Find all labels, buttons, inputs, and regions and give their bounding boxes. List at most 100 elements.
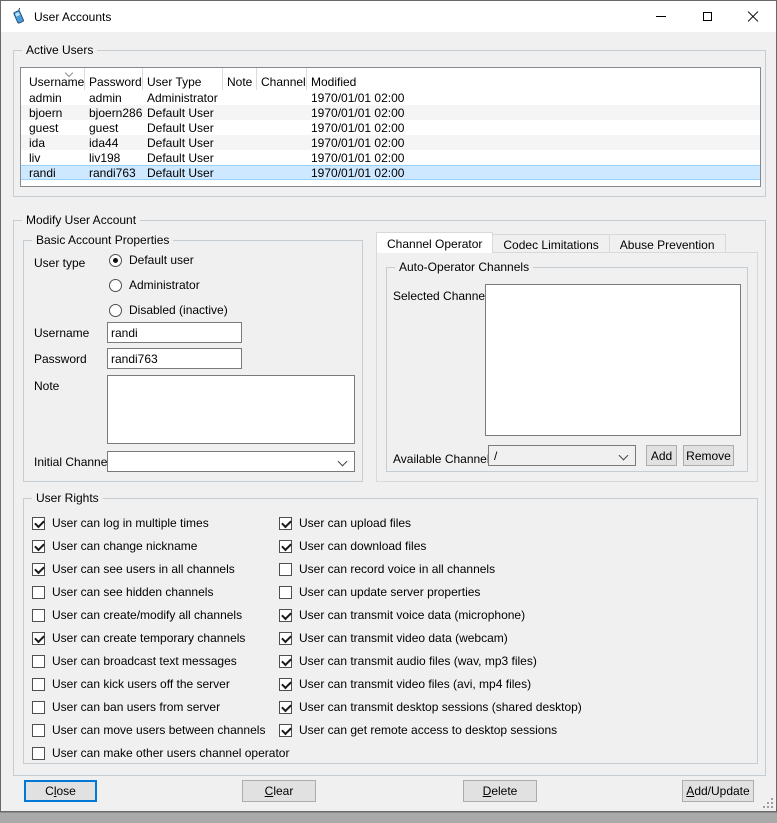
checkbox-icon	[32, 724, 45, 737]
button-mnemonic: A	[686, 784, 694, 798]
checkbox-download-files[interactable]: User can download files	[279, 539, 426, 553]
add-update-button[interactable]: Add/Update	[682, 780, 754, 802]
checkbox-icon	[279, 609, 292, 622]
add-button[interactable]: Add	[646, 445, 677, 466]
close-icon	[747, 11, 759, 23]
radio-icon	[109, 254, 122, 267]
checkbox-see-hidden-channels[interactable]: User can see hidden channels	[32, 585, 213, 599]
delete-button[interactable]: Delete	[463, 780, 537, 802]
tab-channel-operator[interactable]: Channel Operator	[376, 232, 493, 253]
user-rights-group: User Rights User can log in multiple tim…	[23, 498, 758, 764]
minimize-button[interactable]	[638, 1, 684, 32]
checkbox-record-voice[interactable]: User can record voice in all channels	[279, 562, 495, 576]
sort-indicator-icon	[65, 70, 73, 76]
table-row[interactable]: liv liv198 Default User 1970/01/01 02:00	[21, 150, 760, 165]
checkbox-transmit-voice[interactable]: User can transmit voice data (microphone…	[279, 608, 525, 622]
cell-username: guest	[21, 121, 85, 135]
table-row[interactable]: ida ida44 Default User 1970/01/01 02:00	[21, 135, 760, 150]
checkbox-make-channel-operator[interactable]: User can make other users channel operat…	[32, 746, 289, 760]
button-label-part: dd/Update	[694, 784, 749, 798]
checkbox-label: User can broadcast text messages	[52, 654, 237, 668]
checkbox-icon	[32, 586, 45, 599]
tab-abuse-prevention[interactable]: Abuse Prevention	[609, 234, 726, 253]
table-row[interactable]: admin admin Administrator 1970/01/01 02:…	[21, 90, 760, 105]
cell-password: ida44	[85, 136, 143, 150]
user-rights-group-label: User Rights	[32, 491, 103, 505]
checkbox-icon	[279, 701, 292, 714]
clear-button[interactable]: Clear	[242, 780, 316, 802]
note-input[interactable]	[107, 375, 355, 444]
checkbox-create-modify-all-channels[interactable]: User can create/modify all channels	[32, 608, 242, 622]
checkbox-transmit-audio-files[interactable]: User can transmit audio files (wav, mp3 …	[279, 654, 537, 668]
checkbox-icon	[279, 563, 292, 576]
checkbox-remote-access-desktop[interactable]: User can get remote access to desktop se…	[279, 723, 557, 737]
resize-grip[interactable]	[760, 795, 773, 808]
tab-label: Codec Limitations	[503, 238, 598, 252]
button-mnemonic: D	[483, 784, 492, 798]
checkbox-transmit-desktop-sessions[interactable]: User can transmit desktop sessions (shar…	[279, 700, 582, 714]
cell-user-type: Default User	[143, 106, 223, 120]
table-row[interactable]: bjoern bjoern286 Default User 1970/01/01…	[21, 105, 760, 120]
checkbox-see-users-all-channels[interactable]: User can see users in all channels	[32, 562, 235, 576]
checkbox-log-in-multiple-times[interactable]: User can log in multiple times	[32, 516, 209, 530]
checkbox-icon	[279, 678, 292, 691]
checkbox-broadcast-text-messages[interactable]: User can broadcast text messages	[32, 654, 237, 668]
column-header-user-type[interactable]: User Type	[143, 68, 223, 90]
checkbox-move-users[interactable]: User can move users between channels	[32, 723, 265, 737]
checkbox-create-temporary-channels[interactable]: User can create temporary channels	[32, 631, 245, 645]
checkbox-label: User can log in multiple times	[52, 516, 209, 530]
basic-account-properties-group: Basic Account Properties User type Defau…	[23, 240, 363, 482]
column-header-username[interactable]: Username	[21, 68, 85, 90]
maximize-button[interactable]	[684, 1, 730, 32]
username-input[interactable]	[107, 322, 242, 343]
titlebar[interactable]: User Accounts	[1, 1, 776, 32]
chevron-down-icon	[339, 458, 346, 465]
checkbox-kick-users[interactable]: User can kick users off the server	[32, 677, 230, 691]
cell-user-type: Default User	[143, 136, 223, 150]
close-dialog-button[interactable]: Close	[24, 780, 97, 802]
user-accounts-window: User Accounts Active Users Username Pass…	[0, 0, 777, 812]
close-window-button[interactable]	[730, 1, 776, 32]
radio-icon	[109, 304, 122, 317]
radio-default-user[interactable]: Default user	[109, 253, 194, 267]
table-row-selected[interactable]: randi randi763 Default User 1970/01/01 0…	[21, 165, 760, 180]
active-users-group: Active Users Username Password User Type…	[13, 50, 766, 197]
column-header-note[interactable]: Note	[223, 68, 257, 90]
cell-user-type: Default User	[143, 121, 223, 135]
available-channels-combobox[interactable]: /	[488, 445, 636, 466]
column-header-password[interactable]: Password	[85, 68, 143, 90]
password-input[interactable]	[107, 348, 242, 369]
checkbox-label: User can see hidden channels	[52, 585, 213, 599]
checkbox-label: User can make other users channel operat…	[52, 746, 289, 760]
checkbox-transmit-video[interactable]: User can transmit video data (webcam)	[279, 631, 508, 645]
initial-channel-combobox[interactable]	[107, 451, 355, 472]
checkbox-icon	[32, 701, 45, 714]
checkbox-change-nickname[interactable]: User can change nickname	[32, 539, 197, 553]
active-users-table[interactable]: Username Password User Type Note Channel…	[20, 67, 761, 187]
checkbox-icon	[32, 517, 45, 530]
tab-codec-limitations[interactable]: Codec Limitations	[492, 234, 609, 253]
cell-modified: 1970/01/01 02:00	[307, 121, 760, 135]
checkbox-ban-users[interactable]: User can ban users from server	[32, 700, 220, 714]
table-row[interactable]: guest guest Default User 1970/01/01 02:0…	[21, 120, 760, 135]
radio-icon	[109, 279, 122, 292]
checkbox-transmit-video-files[interactable]: User can transmit video files (avi, mp4 …	[279, 677, 531, 691]
column-header-modified[interactable]: Modified	[307, 68, 760, 90]
checkbox-label: User can transmit desktop sessions (shar…	[299, 700, 582, 714]
remove-button[interactable]: Remove	[683, 445, 734, 466]
radio-disabled-inactive[interactable]: Disabled (inactive)	[109, 303, 228, 317]
button-label-part: lear	[273, 784, 293, 798]
checkbox-icon	[279, 632, 292, 645]
cell-user-type: Default User	[143, 151, 223, 165]
checkbox-upload-files[interactable]: User can upload files	[279, 516, 411, 530]
cell-modified: 1970/01/01 02:00	[307, 106, 760, 120]
radio-label: Administrator	[129, 278, 200, 292]
checkbox-label: User can upload files	[299, 516, 411, 530]
column-header-channel[interactable]: Channel	[257, 68, 307, 90]
checkbox-update-server-properties[interactable]: User can update server properties	[279, 585, 480, 599]
checkbox-icon	[32, 609, 45, 622]
radio-administrator[interactable]: Administrator	[109, 278, 200, 292]
selected-channels-listbox[interactable]	[485, 284, 741, 436]
tab-bar: Channel Operator Codec Limitations Abuse…	[376, 232, 725, 253]
checkbox-icon	[32, 747, 45, 760]
